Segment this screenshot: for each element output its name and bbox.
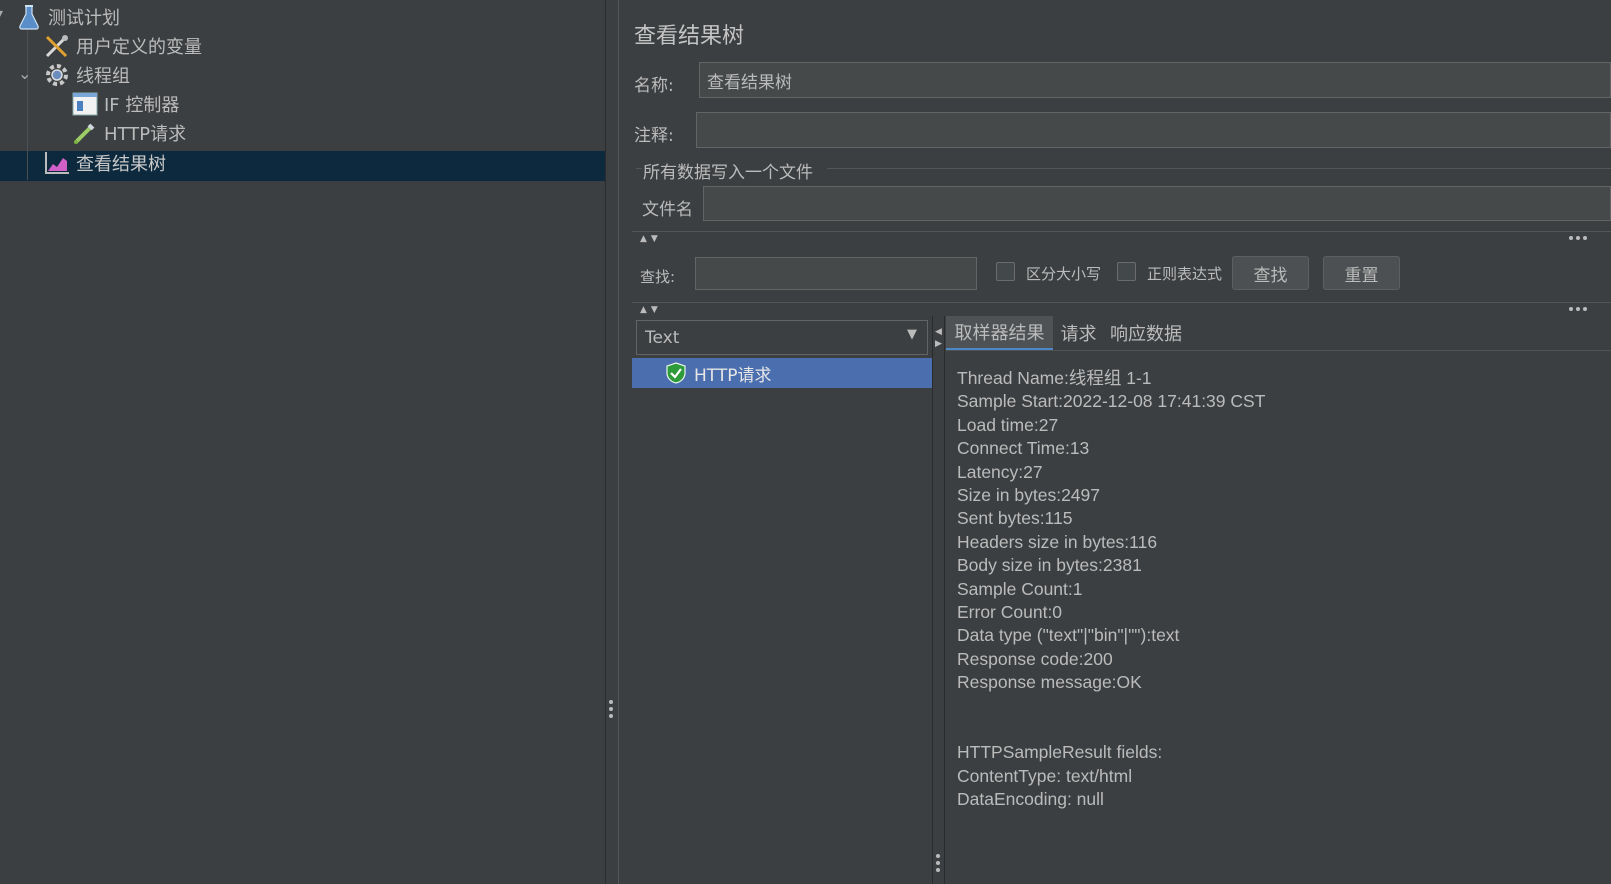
result-item-label: HTTP请求	[694, 365, 772, 386]
result-list-item[interactable]: HTTP请求	[632, 358, 932, 388]
tree-item-label: 测试计划	[48, 8, 120, 29]
if-controller-icon	[72, 91, 98, 117]
result-line: Headers size in bytes:116	[957, 531, 1158, 552]
tree-item-label: 线程组	[76, 66, 130, 87]
comment-field[interactable]	[696, 112, 1611, 148]
result-line: ContentType: text/html	[957, 765, 1133, 786]
regex-checkbox[interactable]	[1117, 262, 1136, 281]
pipette-icon	[72, 120, 98, 146]
chart-icon	[44, 150, 70, 176]
filename-field[interactable]	[703, 186, 1611, 221]
result-line: Error Count:0	[957, 601, 1063, 622]
case-sensitive-label: 区分大小写	[1026, 265, 1102, 283]
splitter-grip-icon[interactable]	[609, 700, 613, 718]
tab-sampler-result[interactable]: 取样器结果	[946, 316, 1053, 350]
more-dots-icon[interactable]	[1569, 236, 1587, 240]
results-splitter[interactable]: ◀ ▶	[932, 316, 945, 884]
regex-label: 正则表达式	[1147, 265, 1223, 283]
result-line: HTTPSampleResult fields:	[957, 742, 1163, 763]
filename-label: 文件名	[642, 200, 693, 220]
tree-guide-line	[27, 30, 28, 180]
result-line: Response message:OK	[957, 672, 1142, 693]
result-line: Sample Start:2022-12-08 17:41:39 CST	[957, 391, 1266, 412]
reset-button[interactable]: 重置	[1323, 256, 1400, 290]
case-sensitive-checkbox[interactable]	[996, 262, 1015, 281]
result-line: Latency:27	[957, 461, 1043, 482]
tree-item-test-plan[interactable]: 测试计划	[16, 2, 120, 32]
result-line: Sent bytes:115	[957, 508, 1073, 529]
test-plan-tree: ▾ 测试计划 用户定义的变量 ⌄ 线程组 IF 控制器 HTTP请求	[0, 0, 605, 884]
collapse-arrows-icon[interactable]: ▲▼	[640, 234, 662, 244]
result-line: Connect Time:13	[957, 438, 1090, 459]
splitter-grip-icon[interactable]	[936, 854, 940, 872]
page-title: 查看结果树	[634, 24, 745, 49]
result-line: Sample Count:1	[957, 578, 1083, 599]
main-splitter[interactable]	[605, 0, 619, 884]
result-line: Load time:27	[957, 414, 1059, 435]
comment-label: 注释:	[634, 126, 674, 146]
more-dots-icon[interactable]	[1569, 307, 1587, 311]
expand-chevron-icon[interactable]: ⌄	[18, 64, 31, 83]
collapse-chevron-icon[interactable]: ▾	[0, 6, 3, 22]
tab-underline	[946, 350, 1611, 351]
result-line: Size in bytes:2497	[957, 484, 1101, 505]
search-label: 查找:	[640, 268, 676, 286]
result-line: Response code:200	[957, 648, 1113, 669]
renderer-select[interactable]: Text ▼	[636, 320, 928, 355]
gear-icon	[44, 62, 70, 88]
tools-icon	[44, 33, 70, 59]
name-field[interactable]: 查看结果树	[699, 62, 1611, 98]
tree-item-label: HTTP请求	[104, 124, 187, 145]
tree-item-label: 用户定义的变量	[76, 37, 202, 58]
flask-icon	[16, 4, 42, 30]
renderer-select-value: Text	[645, 327, 680, 348]
result-line: DataEncoding: null	[957, 789, 1104, 810]
tree-item-user-variables[interactable]: 用户定义的变量	[44, 31, 202, 61]
tab-request[interactable]: 请求	[1056, 316, 1101, 350]
result-line	[957, 718, 1597, 741]
result-line: Data type ("text"|"bin"|""):text	[957, 625, 1180, 646]
name-label: 名称:	[634, 76, 674, 96]
result-line: Body size in bytes:2381	[957, 555, 1142, 576]
result-line: Thread Name:线程组 1-1	[957, 368, 1152, 388]
tree-item-http-request[interactable]: HTTP请求	[72, 118, 186, 148]
search-input[interactable]	[695, 257, 977, 290]
sampler-result-text: Thread Name:线程组 1-1 Sample Start:2022-12…	[957, 367, 1597, 811]
collapse-arrows-icon[interactable]: ▲▼	[640, 305, 662, 315]
tree-item-label: 查看结果树	[76, 154, 166, 175]
tab-response-data[interactable]: 响应数据	[1106, 316, 1186, 350]
file-group-label: 所有数据写入一个文件	[643, 163, 813, 183]
tree-item-thread-group[interactable]: 线程组	[44, 60, 130, 90]
divider	[632, 302, 1611, 303]
splitter-arrows-icon[interactable]: ◀ ▶	[935, 326, 942, 350]
dropdown-arrow-icon: ▼	[907, 327, 917, 342]
tree-item-if-controller[interactable]: IF 控制器	[72, 89, 179, 119]
divider	[632, 231, 1611, 232]
tree-item-view-results-tree[interactable]: 查看结果树	[44, 148, 166, 178]
group-border	[827, 168, 1611, 169]
group-border	[636, 168, 642, 169]
result-line	[957, 694, 1597, 717]
tree-item-label: IF 控制器	[104, 95, 180, 116]
success-shield-icon	[666, 362, 686, 384]
find-button[interactable]: 查找	[1232, 256, 1309, 290]
